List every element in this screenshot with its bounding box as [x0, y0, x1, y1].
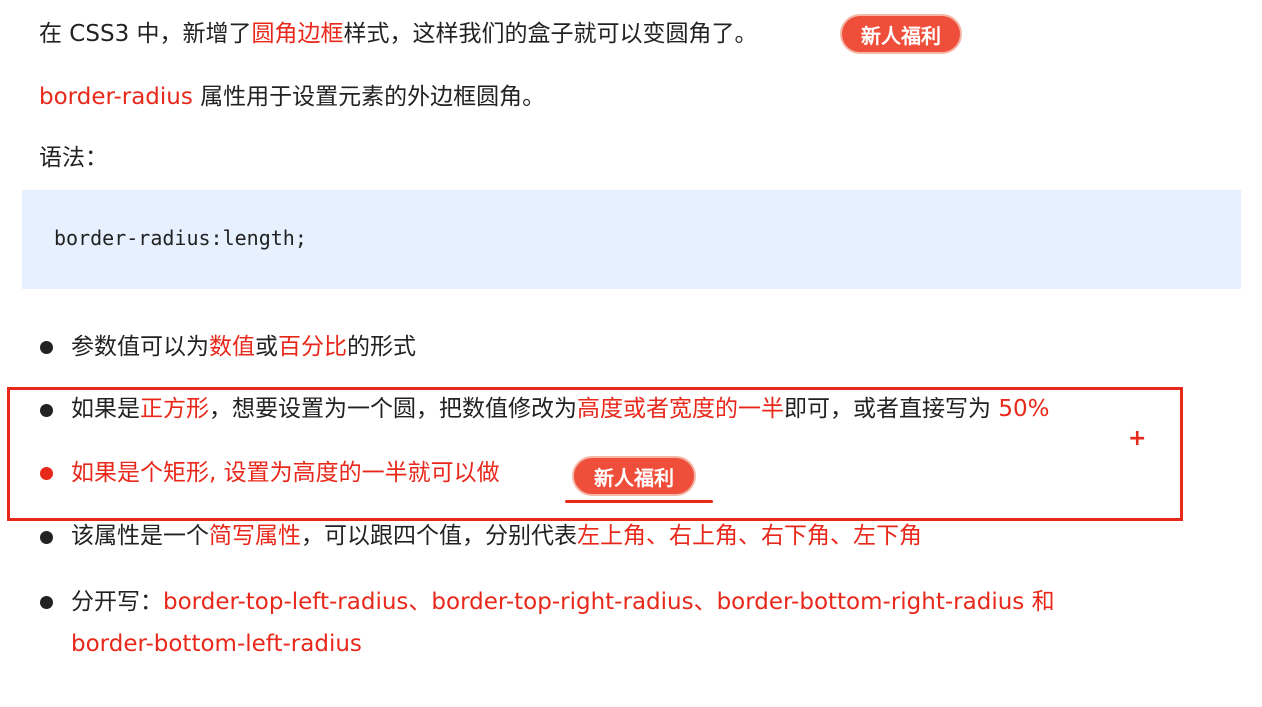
list-item: 分开写：border-top-left-radius、border-top-ri…: [71, 586, 1055, 618]
welfare-badge-top[interactable]: 新人福利: [840, 14, 962, 54]
annotation-highlight-box: [7, 387, 1183, 521]
code-block: border-radius:length;: [22, 190, 1241, 289]
syntax-label: 语法：: [39, 145, 108, 171]
list-item-highlight: 简写属性: [209, 523, 301, 549]
list-item: 参数值可以为数值或百分比的形式: [71, 331, 416, 363]
intro-highlight: 圆角边框: [251, 21, 344, 47]
list-item-highlight: 百分比: [278, 334, 347, 360]
list-item-highlight: border-top-left-radius、border-top-right-…: [163, 589, 1055, 615]
list-item-text: ，可以跟四个值，分别代表: [301, 523, 577, 549]
bullet-dot: [40, 531, 53, 544]
list-item-text: 或: [255, 334, 278, 360]
list-item-text: 分开写：: [71, 589, 163, 615]
list-item-text: 该属性是一个: [71, 523, 209, 549]
bullet-dot: [40, 596, 53, 609]
list-item-text: 参数值可以为: [71, 334, 209, 360]
list-item-text: 的形式: [347, 334, 416, 360]
list-item-continuation: border-bottom-left-radius: [71, 631, 362, 657]
intro-prefix: 在 CSS3 中，新增了: [39, 21, 252, 47]
property-description: border-radius 属性用于设置元素的外边框圆角。: [39, 81, 545, 113]
list-item-highlight: 左上角、右上角、右下角、左下角: [577, 523, 922, 549]
code-text: border-radius:length;: [54, 226, 307, 250]
intro-text: 在 CSS3 中，新增了圆角边框样式，这样我们的盒子就可以变圆角了。: [39, 18, 758, 50]
bullet-dot: [40, 341, 53, 354]
list-item: 该属性是一个简写属性，可以跟四个值，分别代表左上角、右上角、右下角、左下角: [71, 520, 922, 552]
list-item-highlight: 数值: [209, 334, 255, 360]
property-name: border-radius: [39, 84, 193, 110]
property-desc: 属性用于设置元素的外边框圆角。: [192, 84, 546, 110]
intro-suffix: 样式，这样我们的盒子就可以变圆角了。: [343, 21, 758, 47]
annotation-plus-icon: +: [1128, 426, 1147, 451]
